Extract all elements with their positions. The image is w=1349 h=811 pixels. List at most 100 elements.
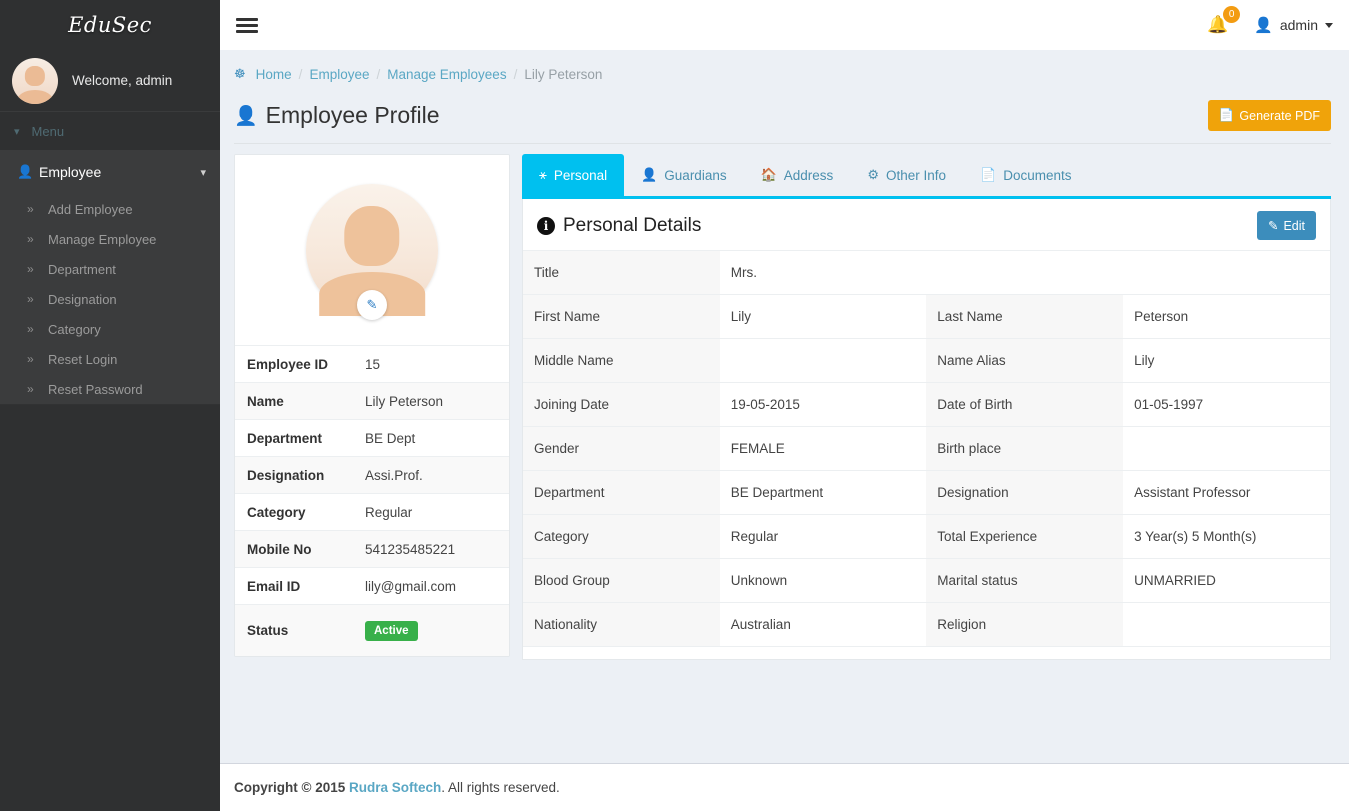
sidebar-menu-header: ▾ Menu (0, 112, 220, 150)
tab-other-info[interactable]: ⚙ Other Info (850, 154, 963, 196)
notifications-button[interactable]: 🔔 0 (1203, 13, 1232, 37)
table-row: Joining Date 19-05-2015 Date of Birth 01… (523, 383, 1330, 427)
sidebar-subitem-label: Add Employee (48, 202, 133, 217)
generate-pdf-label: Generate PDF (1239, 109, 1320, 123)
footer-copyright: Copyright © 2015 (234, 780, 345, 795)
profile-row-value: Assi.Prof. (365, 468, 423, 483)
cell-value: Australian (720, 603, 927, 647)
page-header: 👤 Employee Profile 📄 Generate PDF (220, 92, 1349, 131)
details-title-text: Personal Details (563, 215, 701, 237)
cell-value: Peterson (1123, 295, 1330, 339)
table-row: Blood Group Unknown Marital status UNMAR… (523, 559, 1330, 603)
user-menu[interactable]: 👤 admin (1254, 16, 1333, 34)
home-icon: 🏠 (761, 167, 777, 183)
cell-value: 19-05-2015 (720, 383, 927, 427)
edit-button-label: Edit (1283, 219, 1305, 233)
cell-value: Assistant Professor (1123, 471, 1330, 515)
cell-key: Nationality (523, 603, 720, 647)
profile-row-value: 541235485221 (365, 542, 455, 557)
sidebar-item-employee[interactable]: 👤 Employee ▾ (0, 150, 220, 194)
footer: Copyright © 2015 Rudra Softech. All righ… (220, 763, 1349, 811)
chevron-down-icon: ▾ (14, 125, 20, 138)
sidebar-item-reset-login[interactable]: » Reset Login (0, 344, 220, 374)
profile-row-key: Department (247, 431, 365, 446)
user-icon: 👤 (641, 167, 657, 183)
file-icon: 📄 (980, 167, 996, 183)
tab-label: Address (784, 168, 834, 183)
footer-link[interactable]: Rudra Softech (349, 780, 441, 795)
profile-row-employee-id: Employee ID 15 (235, 345, 509, 382)
brand-logo[interactable]: EduSec (0, 0, 220, 50)
chevron-down-icon (1325, 23, 1333, 28)
sidebar-subitem-label: Reset Login (48, 352, 117, 367)
cell-key: Designation (926, 471, 1123, 515)
cell-key: Total Experience (926, 515, 1123, 559)
pencil-square-icon: ✎ (1268, 218, 1278, 233)
status-badge: Active (365, 621, 418, 641)
chevron-right-icon: » (27, 202, 48, 216)
cell-key: Joining Date (523, 383, 720, 427)
pdf-file-icon: 📄 (1219, 108, 1235, 123)
dashboard-icon: ☸ (234, 66, 246, 82)
user-menu-label: admin (1280, 17, 1318, 33)
profile-row-category: Category Regular (235, 493, 509, 530)
cell-value: Regular (720, 515, 927, 559)
breadcrumb-item-home[interactable]: Home (256, 67, 292, 82)
chevron-right-icon: » (27, 232, 48, 246)
page-title: 👤 Employee Profile (234, 102, 440, 129)
topbar-right-group: 🔔 0 👤 admin (1203, 13, 1333, 37)
table-row: Gender FEMALE Birth place (523, 427, 1330, 471)
user-icon: 👤 (234, 104, 258, 128)
person-pin-icon: ⚹ (539, 167, 547, 183)
tab-label: Documents (1003, 168, 1071, 183)
tab-address[interactable]: 🏠 Address (744, 154, 851, 196)
profile-row-status: Status Active (235, 604, 509, 656)
profile-tab-panel: ⚹ Personal 👤 Guardians 🏠 Address ⚙ Other… (522, 154, 1331, 660)
notification-badge: 0 (1223, 6, 1240, 23)
welcome-label: Welcome, admin (72, 73, 172, 88)
cell-key: Department (523, 471, 720, 515)
profile-row-key: Name (247, 394, 365, 409)
details-header: i Personal Details ✎ Edit (523, 199, 1330, 251)
profile-summary-card: ✎ Employee ID 15 Name Lily Peterson Depa… (234, 154, 510, 657)
breadcrumb-item-employee[interactable]: Employee (309, 67, 369, 82)
tab-personal[interactable]: ⚹ Personal (522, 154, 624, 196)
avatar: ✎ (306, 184, 438, 316)
sidebar-item-designation[interactable]: » Designation (0, 284, 220, 314)
profile-row-key: Designation (247, 468, 365, 483)
hamburger-icon[interactable] (234, 11, 260, 40)
tab-guardians[interactable]: 👤 Guardians (624, 154, 743, 196)
sidebar-item-reset-password[interactable]: » Reset Password (0, 374, 220, 404)
cell-value (1123, 427, 1330, 471)
cell-value: BE Department (720, 471, 927, 515)
chevron-right-icon: » (27, 322, 48, 336)
content-area: ☸ Home / Employee / Manage Employees / L… (220, 50, 1349, 811)
cell-value: Mrs. (720, 251, 1330, 295)
tab-label: Guardians (664, 168, 726, 183)
gears-icon: ⚙ (867, 167, 879, 183)
edit-photo-button[interactable]: ✎ (357, 290, 387, 320)
cell-key: First Name (523, 295, 720, 339)
tab-content-personal: i Personal Details ✎ Edit Title Mrs. (522, 199, 1331, 660)
edit-button[interactable]: ✎ Edit (1257, 211, 1316, 240)
profile-photo-area: ✎ (235, 155, 509, 345)
profile-row-email-id: Email ID lily@gmail.com (235, 567, 509, 604)
sidebar-item-add-employee[interactable]: » Add Employee (0, 194, 220, 224)
cell-value: UNMARRIED (1123, 559, 1330, 603)
avatar (12, 58, 58, 104)
generate-pdf-button[interactable]: 📄 Generate PDF (1208, 100, 1331, 131)
tab-documents[interactable]: 📄 Documents (963, 154, 1088, 196)
sidebar-item-manage-employee[interactable]: » Manage Employee (0, 224, 220, 254)
chevron-down-icon: ▾ (200, 166, 206, 179)
profile-row-key: Email ID (247, 579, 365, 594)
cell-value: Unknown (720, 559, 927, 603)
chevron-right-icon: » (27, 292, 48, 306)
top-navbar: 🔔 0 👤 admin (220, 0, 1349, 50)
profile-row-value: Lily Peterson (365, 394, 443, 409)
profile-row-key: Category (247, 505, 365, 520)
profile-row-value: 15 (365, 357, 380, 372)
sidebar-item-category[interactable]: » Category (0, 314, 220, 344)
breadcrumb-item-manage-employees[interactable]: Manage Employees (387, 67, 506, 82)
sidebar-item-department[interactable]: » Department (0, 254, 220, 284)
table-row: Middle Name Name Alias Lily (523, 339, 1330, 383)
